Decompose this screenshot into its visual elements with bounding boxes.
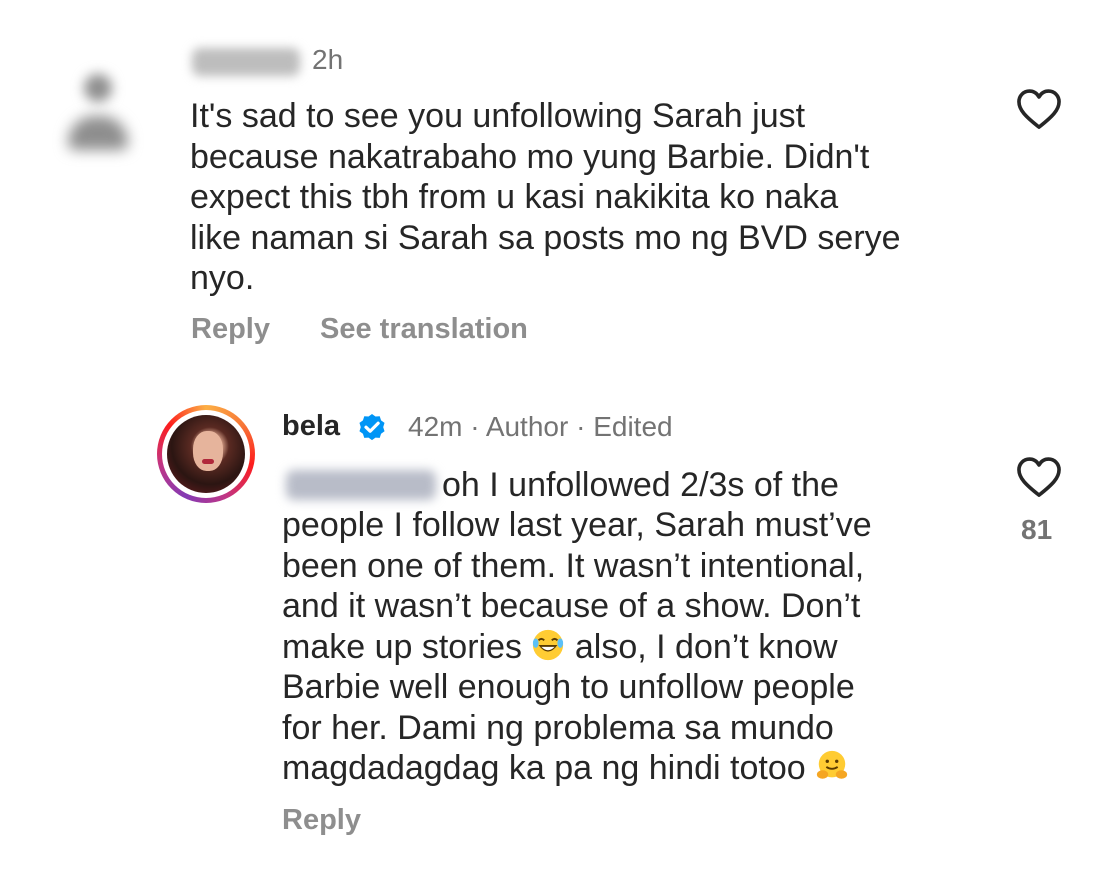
commenter-username-blurred[interactable] [192,48,300,76]
heart-outline-icon[interactable] [1016,456,1062,498]
reply-text-block-b: Barbie well enough to unfollow people fo… [282,668,855,747]
reply-time: 42m [408,411,463,442]
reply-text-line-make: make up stories also, I don’t know [282,627,838,668]
author-username[interactable]: bela [282,410,340,443]
reply-button[interactable]: Reply [191,313,270,346]
like-count: 81 [1021,514,1053,545]
author-label: Author [485,411,569,442]
edited-label: Edited [593,411,673,442]
verified-badge-icon [359,414,385,441]
see-translation-button[interactable]: See translation [320,313,528,346]
reply-text-block-a: people I follow last year, Sarah must’ve… [282,506,872,625]
heart-outline-icon[interactable] [1016,88,1062,130]
reply-text-segment: also, I don’t know [565,628,838,666]
meta-separator: · [470,411,480,442]
reply-text-segment: magdadagdag ka pa ng hindi totoo [282,749,816,787]
author-avatar[interactable] [157,405,255,503]
mention-blurred[interactable] [286,470,436,500]
reply-text-line1: oh I unfollowed 2/3s of the [442,466,839,504]
comment-time: 2h [312,44,344,75]
reply-text-last-line: magdadagdag ka pa ng hindi totoo [282,748,849,789]
reply-button[interactable]: Reply [282,804,361,837]
reply-text-segment: make up stories [282,628,532,666]
comment-text: It's sad to see you unfollowing Sarah ju… [190,97,901,297]
laughing-emoji-icon [533,629,564,661]
meta-separator: · [576,411,586,442]
commenter-avatar[interactable] [62,66,134,162]
hug-emoji-icon [816,750,848,779]
reply-meta: 42m · Author · Edited [408,411,673,443]
